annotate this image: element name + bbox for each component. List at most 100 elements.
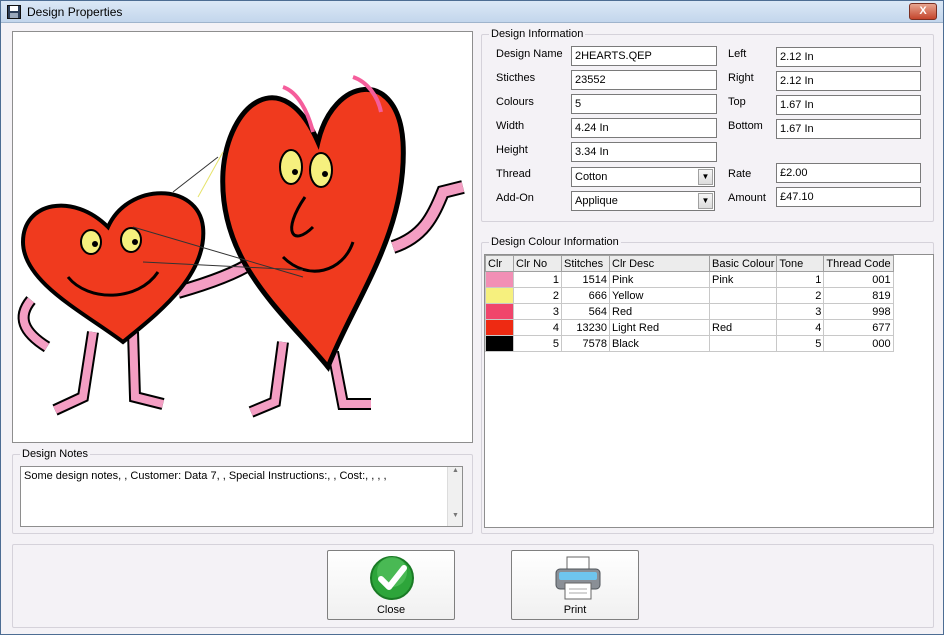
basic-colour (708, 335, 778, 352)
print-button-label: Print (563, 604, 587, 616)
colour-table-header: Clr Clr No Stitches Clr Desc Basic Colou… (485, 255, 894, 272)
colour-tone: 1 (776, 271, 825, 288)
colour-tone: 2 (776, 287, 825, 304)
notes-scrollbar[interactable]: ▲ ▼ (447, 467, 462, 526)
thread-code: 000 (823, 335, 894, 352)
design-colour-information-title: Design Colour Information (489, 236, 621, 249)
addon-select[interactable]: Applique ▼ (571, 191, 715, 211)
colour-swatch (485, 319, 514, 336)
column-header[interactable]: Thread Code (823, 255, 894, 272)
height-field[interactable]: 3.34 In (571, 142, 717, 162)
design-notes-text: Some design notes, , Customer: Data 7, ,… (24, 470, 387, 482)
right-label: Right (728, 72, 754, 84)
width-field[interactable]: 4.24 In (571, 118, 717, 138)
amount-label: Amount (728, 192, 766, 204)
colour-description: Pink (609, 271, 710, 288)
amount-field[interactable]: £47.10 (776, 187, 921, 207)
top-label: Top (728, 96, 746, 108)
chevron-down-icon[interactable]: ▼ (698, 193, 713, 209)
addon-select-value: Applique (575, 195, 618, 207)
colour-swatch (485, 335, 514, 352)
printer-icon (555, 556, 601, 600)
thread-select-value: Cotton (575, 171, 608, 183)
top-field[interactable]: 1.67 In (776, 95, 921, 115)
colour-stitches: 1514 (561, 271, 610, 288)
bottom-field[interactable]: 1.67 In (776, 119, 921, 139)
colour-stitches: 7578 (561, 335, 610, 352)
right-field[interactable]: 2.12 In (776, 71, 921, 91)
stitches-field[interactable]: 23552 (571, 70, 717, 90)
close-button-label: Close (376, 604, 406, 616)
window-title: Design Properties (27, 5, 123, 19)
left-field[interactable]: 2.12 In (776, 47, 921, 67)
bottom-label: Bottom (728, 120, 763, 132)
thread-select[interactable]: Cotton ▼ (571, 167, 715, 187)
check-mark-icon (370, 556, 414, 600)
basic-colour: Red (708, 319, 778, 336)
table-row[interactable]: 3 564 Red 3 998 (485, 303, 894, 320)
thread-code: 819 (823, 287, 894, 304)
colour-description: Red (609, 303, 710, 320)
colours-field[interactable]: 5 (571, 94, 717, 114)
colour-description: Black (609, 335, 710, 352)
close-button[interactable]: Close (327, 550, 455, 620)
basic-colour (708, 303, 778, 320)
colour-swatch (485, 287, 514, 304)
addon-label: Add-On (496, 192, 534, 204)
colour-stitches: 564 (561, 303, 610, 320)
colour-grid[interactable]: Clr Clr No Stitches Clr Desc Basic Colou… (484, 254, 934, 528)
design-information-title: Design Information (489, 28, 586, 41)
colour-number: 5 (513, 335, 562, 352)
chevron-down-icon[interactable]: ▼ (698, 169, 713, 185)
table-row[interactable]: 4 13230 Light Red Red 4 677 (485, 319, 894, 336)
print-button[interactable]: Print (511, 550, 639, 620)
design-name-field[interactable]: 2HEARTS.QEP (571, 46, 717, 66)
thread-label: Thread (496, 168, 531, 180)
column-header[interactable]: Basic Colour (708, 255, 778, 272)
floppy-disk-icon (7, 5, 21, 19)
column-header[interactable]: Clr Desc (609, 255, 710, 272)
title-bar: Design Properties X (1, 1, 943, 23)
rate-label: Rate (728, 168, 752, 180)
colour-description: Light Red (609, 319, 710, 336)
colour-description: Yellow (609, 287, 710, 304)
colour-tone: 5 (776, 335, 825, 352)
colour-swatch (485, 271, 514, 288)
scroll-down-icon[interactable]: ▼ (448, 512, 463, 526)
design-notes-title: Design Notes (20, 448, 91, 461)
colour-tone: 4 (776, 319, 825, 336)
left-label: Left (728, 48, 747, 60)
rate-field[interactable]: £2.00 (776, 163, 921, 183)
column-header[interactable]: Clr (485, 255, 514, 272)
colour-swatch (485, 303, 514, 320)
height-label: Height (496, 144, 528, 156)
colour-stitches: 13230 (561, 319, 610, 336)
column-header[interactable]: Stitches (561, 255, 610, 272)
width-label: Width (496, 120, 525, 132)
table-row[interactable]: 1 1514 Pink Pink 1 001 (485, 271, 894, 288)
table-row[interactable]: 2 666 Yellow 2 819 (485, 287, 894, 304)
column-header[interactable]: Clr No (513, 255, 562, 272)
window-close-button[interactable]: X (909, 3, 937, 20)
thread-code: 677 (823, 319, 894, 336)
stitches-label: Sticthes (496, 72, 536, 84)
basic-colour (708, 287, 778, 304)
design-notes-textarea[interactable]: Some design notes, , Customer: Data 7, ,… (20, 466, 463, 527)
thread-code: 998 (823, 303, 894, 320)
design-name-label: Design Name (496, 48, 563, 60)
design-properties-window: Design Properties X Design Information D… (0, 0, 944, 635)
colour-number: 4 (513, 319, 562, 336)
colour-tone: 3 (776, 303, 825, 320)
basic-colour: Pink (708, 271, 778, 288)
colour-stitches: 666 (561, 287, 610, 304)
design-preview-image (17, 75, 465, 418)
colour-table: Clr Clr No Stitches Clr Desc Basic Colou… (485, 255, 894, 352)
scroll-up-icon[interactable]: ▲ (448, 467, 463, 481)
design-preview (12, 31, 473, 443)
thread-code: 001 (823, 271, 894, 288)
column-header[interactable]: Tone (776, 255, 825, 272)
colour-number: 3 (513, 303, 562, 320)
colour-number: 1 (513, 271, 562, 288)
table-row[interactable]: 5 7578 Black 5 000 (485, 335, 894, 352)
colours-label: Colours (496, 96, 534, 108)
